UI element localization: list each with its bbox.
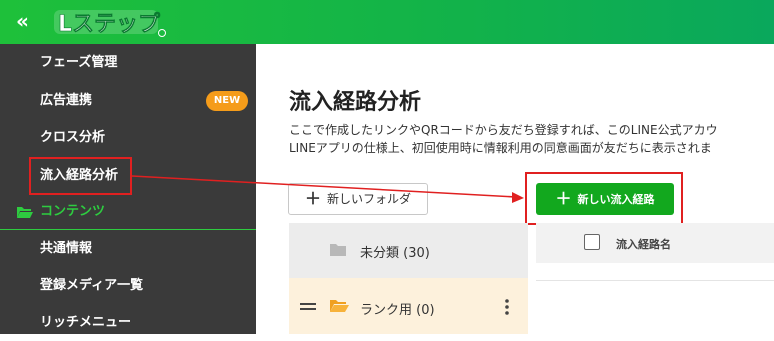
more-options-icon[interactable] [505,299,509,315]
folder-icon [330,244,346,256]
sidebar-item-label: クロス分析 [40,130,106,145]
folder-open-icon [330,300,349,312]
page-description-line-2: LINEアプリの仕様上、初回使用時に情報利用の同意画面が友だちに表示されま [289,141,712,155]
sidebar-item-ad-integration[interactable]: 広告連携 NEW [0,82,256,119]
collapse-sidebar-icon[interactable]: « [16,9,34,33]
top-bar: « Lステップ [0,0,774,44]
section-label: コンテンツ [40,204,106,219]
new-folder-label: 新しいフォルダ [327,192,412,206]
sidebar-item-label: 登録メディア一覧 [40,278,144,293]
sidebar-highlight-annotation [29,157,132,195]
sidebar-item-media-list[interactable]: 登録メディア一覧 [0,267,256,304]
new-folder-button[interactable]: ＋ 新しいフォルダ [288,183,428,215]
select-all-checkbox[interactable] [584,234,600,250]
page-title: 流入経路分析 [289,90,422,115]
logo-text: Lステップ [58,12,161,37]
sidebar-item-label: リッチメニュー [40,315,132,330]
folder-item-uncategorized[interactable]: 未分類 (30) [289,223,528,279]
drag-handle-icon[interactable] [300,302,316,312]
plus-icon: ＋ [555,189,572,208]
new-badge: NEW [206,91,248,111]
sidebar-item-label: 広告連携 [40,93,93,108]
new-inflow-route-button[interactable]: ＋ 新しい流入経路 [536,183,674,215]
sidebar-item-common-info[interactable]: 共通情報 [0,230,256,267]
plus-icon: ＋ [304,189,321,208]
new-route-label: 新しい流入経路 [577,193,655,206]
sidebar-item-label: 共通情報 [40,241,93,256]
sidebar-item-rich-menu[interactable]: リッチメニュー [0,304,256,341]
sidebar-section-contents[interactable]: コンテンツ [0,196,256,228]
page-description-line-1: ここで作成したリンクやQRコードから友だち登録すれば、このLINE公式アカウ [289,123,718,137]
table-divider [536,280,774,281]
sidebar-item-cross-analysis[interactable]: クロス分析 [0,119,256,156]
column-header-route-name[interactable]: 流入経路名 [616,236,671,252]
lstep-logo[interactable]: Lステップ [52,6,172,38]
folder-open-icon [17,207,33,218]
folder-name: ランク用 (0) [360,303,435,318]
sidebar-item-phase-management[interactable]: フェーズ管理 [0,44,256,81]
folder-item-rank[interactable]: ランク用 (0) [289,278,528,334]
sidebar-item-label: フェーズ管理 [40,55,118,70]
folder-name: 未分類 (30) [360,246,430,261]
